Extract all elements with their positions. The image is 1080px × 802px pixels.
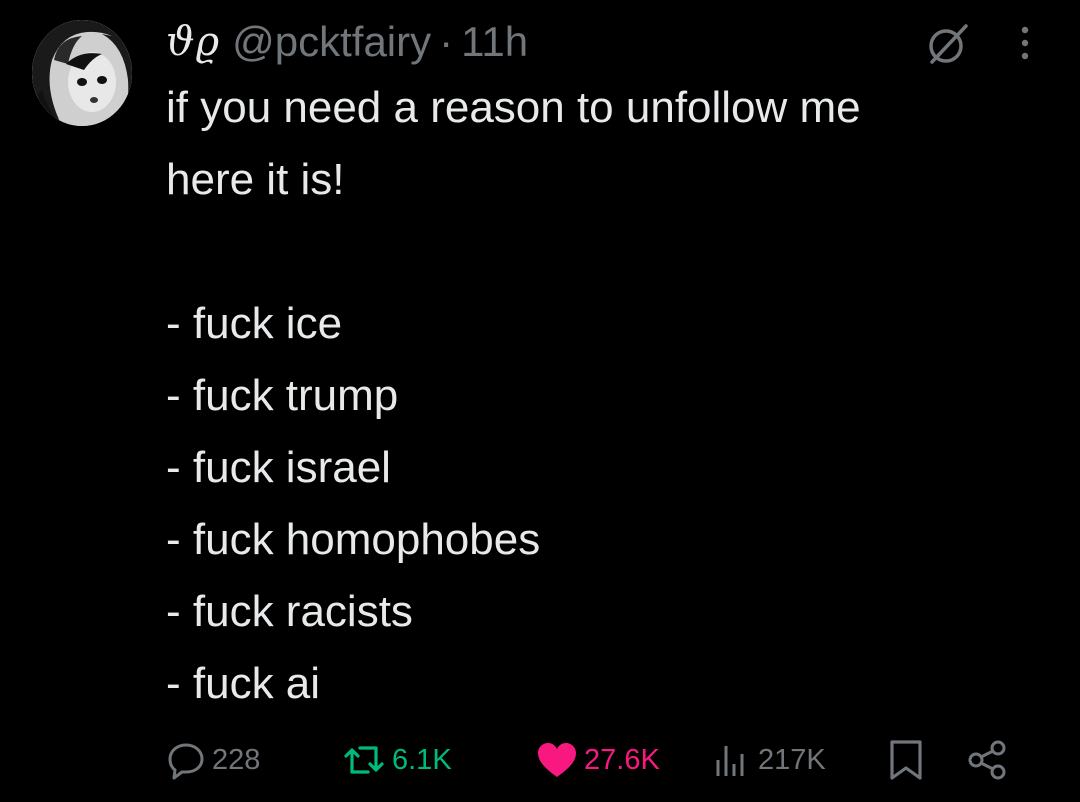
- grok-icon[interactable]: [924, 20, 972, 68]
- share-icon: [968, 740, 1006, 780]
- post-line: - fuck ice: [166, 299, 343, 348]
- post-line: - fuck trump: [166, 371, 399, 420]
- views-icon: [716, 746, 744, 776]
- post-line: - fuck racists: [166, 587, 413, 636]
- post-line: if you need a reason to unfollow me: [166, 83, 861, 132]
- bookmark-icon: [890, 740, 922, 780]
- repost-button[interactable]: 6.1K: [342, 732, 452, 788]
- share-button[interactable]: [966, 732, 1016, 788]
- views-count: 217K: [758, 743, 826, 776]
- separator-dot: ·: [439, 18, 454, 65]
- post-text: if you need a reason to unfollow me here…: [166, 72, 1056, 720]
- reply-button[interactable]: 228: [166, 732, 260, 788]
- like-button[interactable]: 27.6K: [536, 732, 660, 788]
- bookmark-button[interactable]: [886, 732, 932, 788]
- tweet: ϑϱ @pcktfairy · 11h if you need a reason…: [0, 0, 1080, 802]
- post-line: - fuck israel: [166, 443, 391, 492]
- avatar-image: [32, 20, 132, 126]
- user-handle[interactable]: @pcktfairy: [232, 18, 431, 66]
- post-header: ϑϱ @pcktfairy · 11h: [166, 14, 528, 70]
- post-time[interactable]: 11h: [461, 18, 528, 66]
- post-line: - fuck homophobes: [166, 515, 541, 564]
- post-line: here it is!: [166, 155, 345, 204]
- repost-icon: [344, 746, 384, 774]
- post-line: - fuck ai: [166, 659, 321, 708]
- reply-count: 228: [212, 743, 261, 776]
- action-bar: 228 6.1K 27.6K 217K: [166, 732, 1046, 788]
- display-name[interactable]: ϑϱ: [166, 19, 220, 65]
- views-button[interactable]: 217K: [712, 732, 826, 788]
- reply-icon: [168, 743, 204, 780]
- more-icon[interactable]: [1010, 18, 1040, 68]
- avatar[interactable]: [32, 20, 132, 126]
- like-count: 27.6K: [584, 743, 660, 776]
- like-icon: [538, 743, 576, 777]
- repost-count: 6.1K: [392, 743, 452, 776]
